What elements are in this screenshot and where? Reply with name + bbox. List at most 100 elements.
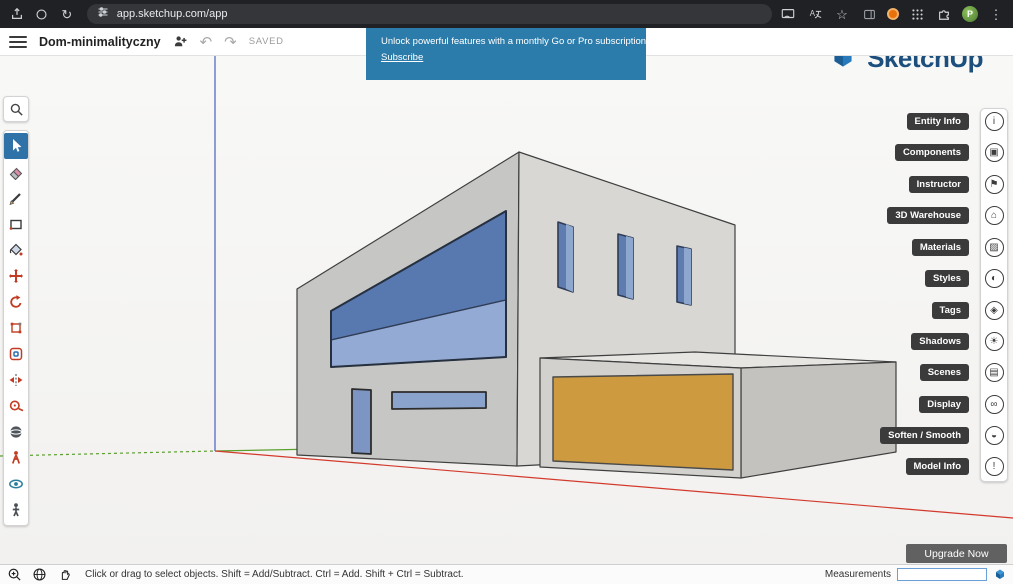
bookmark-star-icon[interactable]: ☆	[833, 5, 851, 23]
browser-chrome: ↻ app.sketchup.com/app A ☆	[0, 0, 1013, 28]
panel-label: Instructor	[909, 176, 969, 193]
svg-text:A: A	[810, 9, 816, 18]
panel-label: Components	[895, 144, 969, 161]
styles-icon[interactable]: ◐	[980, 269, 1008, 288]
add-person-icon[interactable]	[173, 34, 188, 49]
measurements-input[interactable]	[897, 568, 987, 581]
tool-scale[interactable]	[4, 315, 28, 341]
materials-icon[interactable]: ▨	[980, 238, 1008, 257]
status-hint-text: Click or drag to select objects. Shift =…	[85, 569, 464, 580]
pan-hand-icon[interactable]	[56, 566, 73, 583]
shadows-icon[interactable]: ☀	[980, 332, 1008, 351]
panel-icon[interactable]	[860, 5, 878, 23]
subscribe-link[interactable]: Subscribe	[381, 52, 423, 63]
status-bar: Click or drag to select objects. Shift =…	[0, 564, 1013, 584]
url-text: app.sketchup.com/app	[117, 8, 228, 20]
undo-icon[interactable]: ↶	[200, 33, 213, 51]
strip-window[interactable]	[392, 392, 486, 409]
tool-move[interactable]	[4, 263, 28, 289]
panel-label: Model Info	[906, 458, 970, 475]
tool-offset[interactable]	[4, 341, 28, 367]
instructor-icon[interactable]: ⚑	[980, 175, 1008, 194]
document-title[interactable]: Dom-minimalityczny	[39, 35, 161, 49]
tool-line[interactable]	[4, 185, 28, 211]
panel-components: Components ▣	[895, 140, 1008, 164]
model-info-icon[interactable]: !	[980, 457, 1008, 476]
panel-scenes: Scenes ▤	[920, 360, 1008, 384]
site-settings-icon[interactable]	[97, 5, 109, 23]
panel-entity-info: Entity Info i	[907, 109, 1008, 133]
measurements-group: Measurements	[825, 568, 1007, 582]
tags-icon[interactable]: ◈	[980, 301, 1008, 320]
entity-info-icon[interactable]: i	[980, 112, 1008, 131]
panel-styles: Styles ◐	[925, 266, 1008, 290]
menu-kebab-icon[interactable]: ⋮	[987, 5, 1005, 23]
recording-indicator[interactable]	[887, 8, 899, 20]
panel-materials: Materials ▨	[912, 235, 1008, 259]
front-window-2-glass[interactable]	[626, 236, 633, 299]
tool-shapes[interactable]	[4, 211, 28, 237]
panel-display: Display ∞	[919, 392, 1008, 416]
screen: ↻ app.sketchup.com/app A ☆	[0, 0, 1013, 584]
front-window-1-glass[interactable]	[566, 224, 573, 292]
display-icon[interactable]: ∞	[980, 395, 1008, 414]
tool-look-around[interactable]	[4, 471, 28, 497]
tool-select[interactable]	[4, 133, 28, 159]
redo-icon[interactable]: ↷	[224, 33, 237, 51]
subscription-banner: Unlock powerful features with a monthly …	[366, 28, 646, 80]
model-canvas[interactable]	[0, 56, 1013, 564]
upgrade-now-button[interactable]: Upgrade Now	[906, 544, 1007, 563]
panel-shadows: Shadows ☀	[911, 329, 1008, 353]
share-icon[interactable]	[8, 5, 26, 23]
panel-label: Soften / Smooth	[880, 427, 969, 444]
panel-label: Shadows	[911, 333, 969, 350]
save-status: SAVED	[249, 36, 284, 47]
tool-eraser[interactable]	[4, 159, 28, 185]
panel-label: Scenes	[920, 364, 969, 381]
record-icon[interactable]	[33, 5, 51, 23]
garage-wing-right-wall[interactable]	[741, 362, 896, 478]
hamburger-menu-icon[interactable]	[9, 36, 27, 48]
zoom-status-icon[interactable]	[6, 566, 23, 583]
panel-label: Entity Info	[907, 113, 969, 130]
cast-icon[interactable]	[779, 5, 797, 23]
panel-soften-smooth: Soften / Smooth ◒	[880, 423, 1008, 447]
green-axis-negative	[0, 451, 215, 456]
tool-search[interactable]	[3, 96, 29, 122]
front-window-3-glass[interactable]	[684, 248, 691, 306]
banner-message: Unlock powerful features with a monthly …	[381, 36, 631, 47]
panel-model-info: Model Info !	[906, 454, 1009, 478]
panel-tags: Tags ◈	[932, 298, 1008, 322]
browser-actions: A ☆ P ⋮	[779, 5, 1005, 23]
tool-position-camera[interactable]	[4, 497, 28, 523]
panel-3d-warehouse: 3D Warehouse ⌂	[887, 203, 1008, 227]
apps-grid-icon[interactable]	[908, 5, 926, 23]
soften-smooth-icon[interactable]: ◒	[980, 426, 1008, 445]
address-bar[interactable]: app.sketchup.com/app	[87, 4, 772, 24]
tool-orbit[interactable]	[4, 419, 28, 445]
panel-label: Materials	[912, 239, 969, 256]
components-icon[interactable]: ▣	[980, 143, 1008, 162]
globe-icon[interactable]	[31, 566, 48, 583]
scenes-icon[interactable]: ▤	[980, 363, 1008, 382]
tool-tape-measure[interactable]	[4, 393, 28, 419]
tool-paint-bucket[interactable]	[4, 237, 28, 263]
tool-walk[interactable]	[4, 445, 28, 471]
tool-flip[interactable]	[4, 367, 28, 393]
extensions-puzzle-icon[interactable]	[935, 5, 953, 23]
measurements-label: Measurements	[825, 569, 891, 580]
sketchup-cube-icon	[993, 568, 1007, 582]
translate-icon[interactable]: A	[806, 5, 824, 23]
refresh-icon[interactable]: ↻	[58, 5, 76, 23]
profile-avatar[interactable]: P	[962, 6, 978, 22]
panel-instructor: Instructor ⚑	[909, 172, 1008, 196]
entry-door[interactable]	[352, 389, 371, 454]
model-viewport[interactable]	[0, 56, 1013, 564]
3d-warehouse-icon[interactable]: ⌂	[980, 206, 1008, 225]
house-model[interactable]	[297, 152, 896, 478]
panel-label: Tags	[932, 302, 969, 319]
garage-door[interactable]	[553, 374, 733, 470]
panel-label: Styles	[925, 270, 969, 287]
drawing-toolbar	[3, 130, 29, 526]
tool-rotate[interactable]	[4, 289, 28, 315]
